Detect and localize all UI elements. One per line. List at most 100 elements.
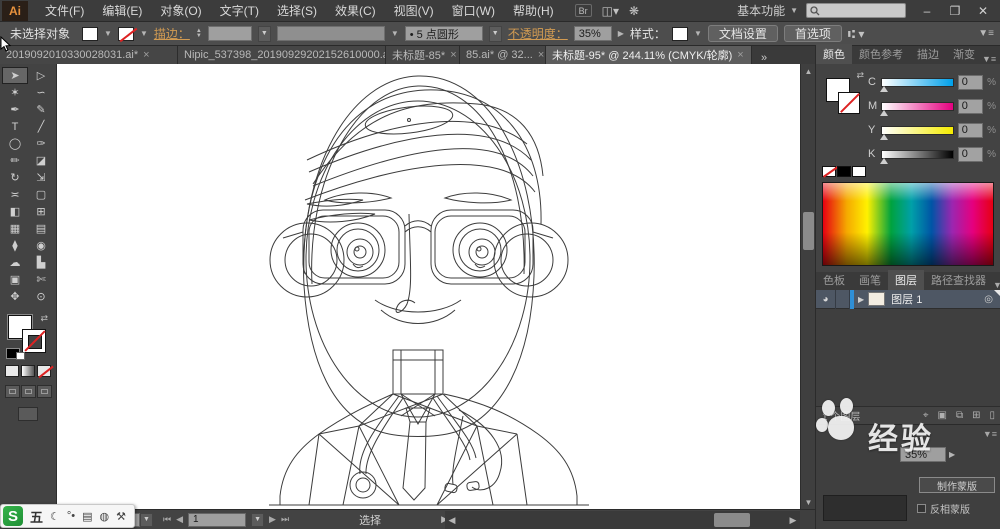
new-sublayer-icon[interactable]: ⧉ xyxy=(956,410,963,421)
tool-pencil[interactable]: ✏ xyxy=(2,152,28,169)
tool-column-graph[interactable]: ▙ xyxy=(28,254,54,271)
slider-track-y[interactable] xyxy=(880,125,954,140)
tab-close-icon[interactable]: × xyxy=(143,49,149,61)
stroke-weight-field[interactable] xyxy=(207,26,252,41)
prev-artboard-icon[interactable]: ◀ xyxy=(176,514,183,525)
share-screen-icon[interactable]: ❋ xyxy=(629,4,639,18)
opacity-link[interactable]: 不透明度： xyxy=(508,25,568,42)
tool-magic-wand[interactable]: ✶ xyxy=(2,84,28,101)
tab-close-icon[interactable]: × xyxy=(538,49,544,61)
keyboard-icon[interactable]: ▤ xyxy=(82,510,92,523)
tool-paintbrush[interactable]: ✑ xyxy=(28,135,54,152)
menu-item-4[interactable]: 选择(S) xyxy=(268,0,326,22)
panel-tab-2[interactable]: 描边 xyxy=(910,44,946,64)
opacity-field[interactable]: 35% xyxy=(573,26,612,41)
tool-zoom[interactable]: ⊙ xyxy=(28,288,54,305)
new-layer-icon[interactable]: ⊞ xyxy=(972,410,980,421)
tool-scale[interactable]: ⇲ xyxy=(28,169,54,186)
wubi-mode-label[interactable]: 五 xyxy=(30,507,43,526)
chevron-down-icon[interactable]: ▼ xyxy=(257,25,271,42)
search-input[interactable] xyxy=(806,3,906,18)
slider-track-c[interactable] xyxy=(880,77,954,92)
color-spectrum-ramp[interactable] xyxy=(822,182,994,266)
last-artboard-icon[interactable]: ⏭ xyxy=(281,514,289,525)
swap-fill-stroke-icon[interactable]: ⇄ xyxy=(40,313,48,324)
target-circle-icon[interactable]: ◎ xyxy=(984,294,993,305)
lock-toggle-cell[interactable] xyxy=(836,289,850,309)
vertical-scroll-thumb[interactable] xyxy=(803,212,814,250)
slider-value-field[interactable]: 0 xyxy=(957,74,984,90)
tab-close-icon[interactable]: × xyxy=(450,49,456,61)
chevron-down-icon[interactable]: ▼ xyxy=(488,25,502,42)
tool-perspective-grid[interactable]: ⊞ xyxy=(28,203,54,220)
tool-line-segment[interactable]: ╱ xyxy=(28,118,54,135)
tool-rotate[interactable]: ↻ xyxy=(2,169,28,186)
tool-hand[interactable]: ✥ xyxy=(2,288,28,305)
stroke-color-swatch[interactable] xyxy=(117,26,134,41)
tool-width[interactable]: ≍ xyxy=(2,186,28,203)
stroke-weight-stepper[interactable]: ▲ ▼ xyxy=(196,28,202,39)
slider-value-field[interactable]: 0 xyxy=(957,146,984,162)
slider-value-field[interactable]: 0 xyxy=(957,98,984,114)
stroke-proxy[interactable] xyxy=(838,92,860,114)
slider-value-field[interactable]: 0 xyxy=(957,122,984,138)
chevron-down-icon[interactable]: ▼ xyxy=(391,29,399,38)
vertical-scrollbar[interactable]: ▲ ▼ xyxy=(800,64,815,509)
chevron-down-icon[interactable]: ▼ xyxy=(140,512,153,527)
expand-triangle-icon[interactable]: ▶ xyxy=(854,295,868,304)
default-fill-stroke-icon[interactable] xyxy=(6,348,25,360)
sogou-logo-icon[interactable]: S xyxy=(3,506,23,526)
menu-item-5[interactable]: 效果(C) xyxy=(326,0,385,22)
tool-blend[interactable]: ◉ xyxy=(28,237,54,254)
document-tab-4[interactable]: 未标题-95* @ 244.11% (CMYK/轮廓) × xyxy=(546,46,752,64)
tool-gradient[interactable]: ▤ xyxy=(28,220,54,237)
swap-fill-stroke-icon[interactable]: ⇄ xyxy=(856,70,864,81)
deck-tab-1[interactable]: 画笔 xyxy=(852,270,888,290)
chevron-down-icon[interactable]: ▼ xyxy=(140,29,148,38)
slider-track-k[interactable] xyxy=(880,149,954,164)
black-swatch[interactable] xyxy=(837,166,851,177)
chevron-down-icon[interactable]: ▼ xyxy=(694,29,702,38)
scroll-down-icon[interactable]: ▼ xyxy=(801,495,816,509)
next-artboard-icon[interactable]: ▶ xyxy=(269,514,276,525)
minimize-button[interactable]: – xyxy=(914,2,940,20)
make-mask-button[interactable]: 制作蒙版 xyxy=(919,477,995,493)
workspace-switcher[interactable]: 基本功能 ▼ xyxy=(737,2,798,19)
panel-menu-icon[interactable]: ▼≡ xyxy=(983,429,997,439)
none-mode-button[interactable] xyxy=(37,365,51,377)
artboard-canvas[interactable] xyxy=(57,64,800,509)
layer-row[interactable]: ◕ ▶ 图层 1 ◎ xyxy=(816,289,1000,309)
color-mode-button[interactable] xyxy=(5,365,19,377)
chevron-down-icon[interactable]: ▶ xyxy=(618,29,624,38)
locate-object-icon[interactable]: ⌖ xyxy=(923,410,929,421)
chevron-down-icon[interactable]: ▼ xyxy=(104,29,112,38)
draw-behind-button[interactable] xyxy=(20,385,36,398)
deck-tab-3[interactable]: 路径查找器 xyxy=(924,270,993,290)
none-swatch[interactable] xyxy=(822,166,836,177)
slider-thumb[interactable] xyxy=(880,157,889,164)
delete-layer-icon[interactable]: ▯ xyxy=(989,410,995,421)
moon-icon[interactable]: ☾ xyxy=(50,510,60,523)
invert-mask-checkbox[interactable] xyxy=(917,504,926,513)
panel-menu-icon[interactable]: ▼≡ xyxy=(982,54,1000,64)
panel-tab-0[interactable]: 颜色 xyxy=(816,44,852,64)
menu-item-2[interactable]: 对象(O) xyxy=(151,0,210,22)
clipping-mask-icon[interactable]: ▣ xyxy=(938,410,947,421)
stroke-proxy[interactable] xyxy=(22,329,46,353)
symmetry-icon[interactable]: ⑆ ▾ xyxy=(848,27,865,41)
tool-shape-builder[interactable]: ◧ xyxy=(2,203,28,220)
tool-slice[interactable]: ✄ xyxy=(28,271,54,288)
scroll-up-icon[interactable]: ▲ xyxy=(801,64,816,78)
menu-item-7[interactable]: 窗口(W) xyxy=(443,0,504,22)
tool-lasso[interactable]: ∽ xyxy=(28,84,54,101)
style-swatch[interactable] xyxy=(671,26,688,41)
tool-shaper[interactable]: ◯ xyxy=(2,135,28,152)
document-tab-1[interactable]: Nipic_537398_20190929202152610000.ai*× xyxy=(178,46,386,64)
panel-menu-icon[interactable]: ▼≡ xyxy=(978,28,994,39)
tool-selection[interactable]: ➤ xyxy=(2,67,28,84)
deck-tab-2[interactable]: 图层 xyxy=(888,270,924,290)
draw-normal-button[interactable] xyxy=(4,385,20,398)
panel-tab-3[interactable]: 渐变 xyxy=(946,44,982,64)
panel-fill-stroke-proxy[interactable]: ⇄ xyxy=(822,70,864,114)
slider-thumb[interactable] xyxy=(880,85,889,92)
